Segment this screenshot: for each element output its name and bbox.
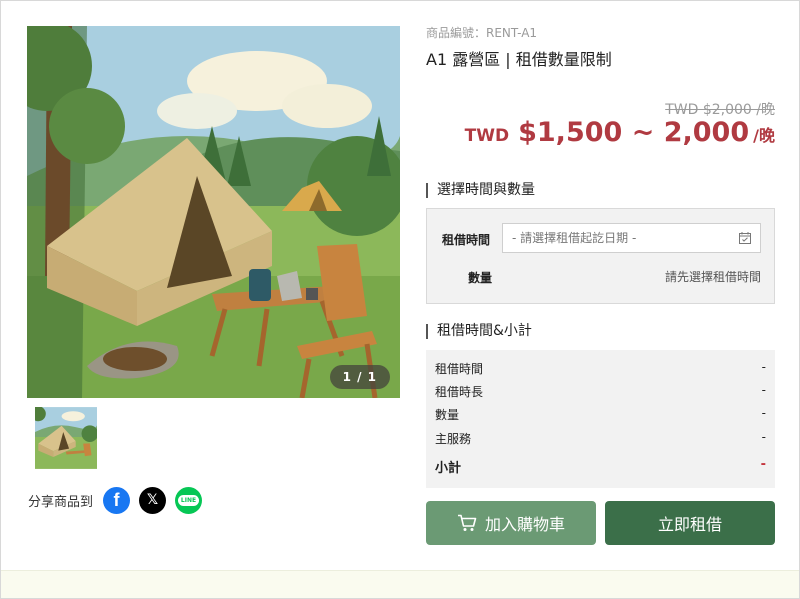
original-price: TWD $2,000 /晚 (665, 102, 775, 118)
product-thumbnail[interactable] (35, 407, 97, 469)
price-currency: TWD (464, 126, 510, 146)
price-display: TWD $1,500 ~ 2,000 /晚 (465, 117, 775, 148)
price-unit: /晚 (753, 126, 775, 145)
add-to-cart-button[interactable]: 加入購物車 (426, 501, 596, 545)
subtotal-value: - (760, 457, 766, 472)
summary-row-label: 數量 (435, 408, 460, 422)
selection-form: 租借時間 - 請選擇租借起訖日期 - 數量 請先選擇租借時間 (426, 208, 775, 304)
summary-panel: 租借時間 - 租借時長 - 數量 - 主服務 - 小計 - (426, 350, 775, 488)
summary-row-label: 主服務 (435, 432, 472, 446)
summary-section-title: 租借時間&小計 (426, 324, 532, 339)
summary-row: 租借時間 - (435, 360, 766, 377)
date-range-input[interactable]: - 請選擇租借起訖日期 - (502, 223, 761, 253)
line-icon-text: LINE (177, 494, 200, 506)
facebook-icon[interactable]: f (103, 486, 131, 514)
calendar-icon (739, 232, 751, 244)
line-icon[interactable]: LINE (175, 486, 203, 514)
footer-strip (1, 570, 799, 598)
selection-section-title: 選擇時間與數量 (426, 183, 535, 198)
product-main-image[interactable]: 1 / 1 (27, 26, 400, 398)
quantity-note: 請先選擇租借時間 (664, 270, 761, 284)
summary-row: 數量 - (435, 406, 766, 423)
summary-row-value: - (761, 383, 766, 397)
subtotal-row: 小計 - (435, 457, 766, 476)
product-title: A1 露營區 | 租借數量限制 (426, 50, 612, 69)
subtotal-label: 小計 (435, 461, 462, 476)
summary-row-value: - (761, 360, 766, 374)
rent-now-label: 立即租借 (657, 515, 722, 534)
summary-row: 租借時長 - (435, 383, 766, 400)
add-to-cart-label: 加入購物車 (484, 515, 565, 534)
summary-row-label: 租借時長 (435, 385, 484, 399)
image-counter: 1 / 1 (329, 365, 390, 389)
summary-row-label: 租借時間 (435, 362, 484, 376)
rent-now-button[interactable]: 立即租借 (605, 501, 775, 545)
product-sku: 商品編號：RENT-A1 (426, 26, 538, 40)
share-label: 分享商品到 (28, 494, 94, 510)
date-label: 租借時間 (442, 233, 491, 247)
date-placeholder: - 請選擇租借起訖日期 - (512, 231, 637, 245)
cart-icon (457, 514, 477, 531)
price-value: $1,500 ~ 2,000 (518, 117, 750, 148)
summary-row: 主服務 - (435, 430, 766, 447)
share-bar: 分享商品到 f 𝕏 LINE (28, 486, 211, 514)
x-icon[interactable]: 𝕏 (139, 486, 167, 514)
summary-row-value: - (761, 406, 766, 420)
quantity-label: 數量 (468, 271, 493, 285)
summary-row-value: - (761, 430, 766, 444)
